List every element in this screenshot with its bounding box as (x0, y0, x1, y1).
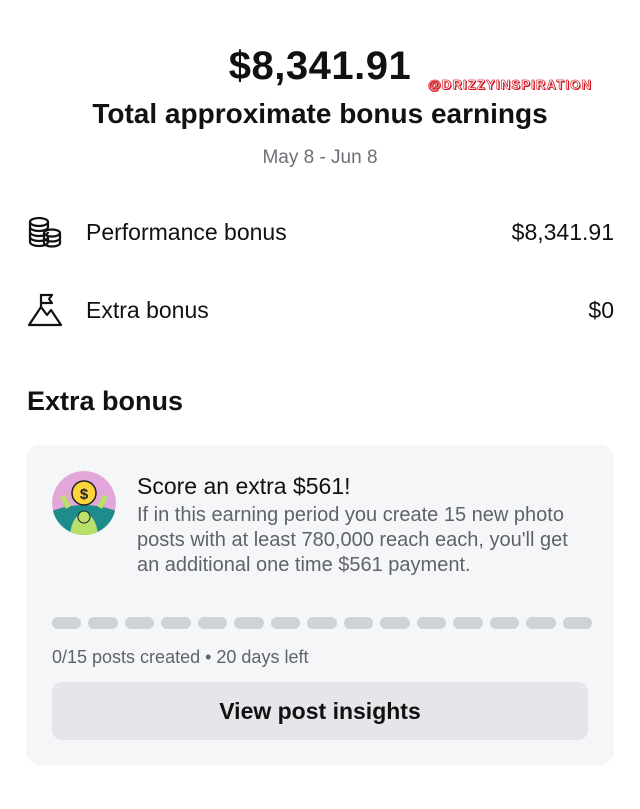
coins-stack-icon (26, 213, 64, 251)
progress-segment (307, 617, 337, 629)
progress-segment (197, 617, 228, 629)
progress-segment (88, 617, 118, 629)
posts-status: 0/15 posts created • 20 days left (52, 647, 309, 667)
money-bag-illustration-icon: $ (52, 471, 116, 535)
extra-bonus-card: $ Score an extra $561! If in this earnin… (26, 445, 614, 765)
performance-bonus-value: $8,341.91 (511, 218, 614, 245)
progress-segment (380, 617, 410, 629)
extra-bonus-section-title: Extra bonus (27, 386, 184, 416)
progress-segment (526, 617, 556, 629)
performance-bonus-row: Performance bonus $8,341.91 (26, 210, 614, 254)
performance-bonus-label: Performance bonus (86, 218, 287, 245)
progress-segment (489, 617, 520, 629)
extra-bonus-label: Extra bonus (86, 296, 209, 323)
card-description: If in this earning period you create 15 … (137, 504, 568, 576)
progress-segment (453, 617, 483, 629)
progress-segment (234, 617, 264, 629)
progress-segment (416, 617, 447, 629)
total-label: Total approximate bonus earnings (92, 98, 548, 129)
mountain-flag-icon (26, 291, 64, 329)
view-post-insights-button[interactable]: View post insights (52, 682, 588, 740)
progress-segment (562, 617, 593, 629)
posts-progress-bar (52, 617, 593, 629)
progress-segment (161, 617, 191, 629)
progress-segment (52, 617, 82, 629)
date-range: May 8 - Jun 8 (262, 147, 378, 168)
svg-text:$: $ (80, 486, 89, 503)
extra-bonus-row: Extra bonus $0 (26, 288, 614, 332)
watermark: @DRIZZYINSPIRATION (428, 77, 593, 93)
extra-bonus-value: $0 (588, 296, 614, 323)
progress-segment (343, 617, 374, 629)
progress-segment (270, 617, 301, 629)
progress-segment (124, 617, 155, 629)
card-title: Score an extra $561! (137, 473, 351, 499)
